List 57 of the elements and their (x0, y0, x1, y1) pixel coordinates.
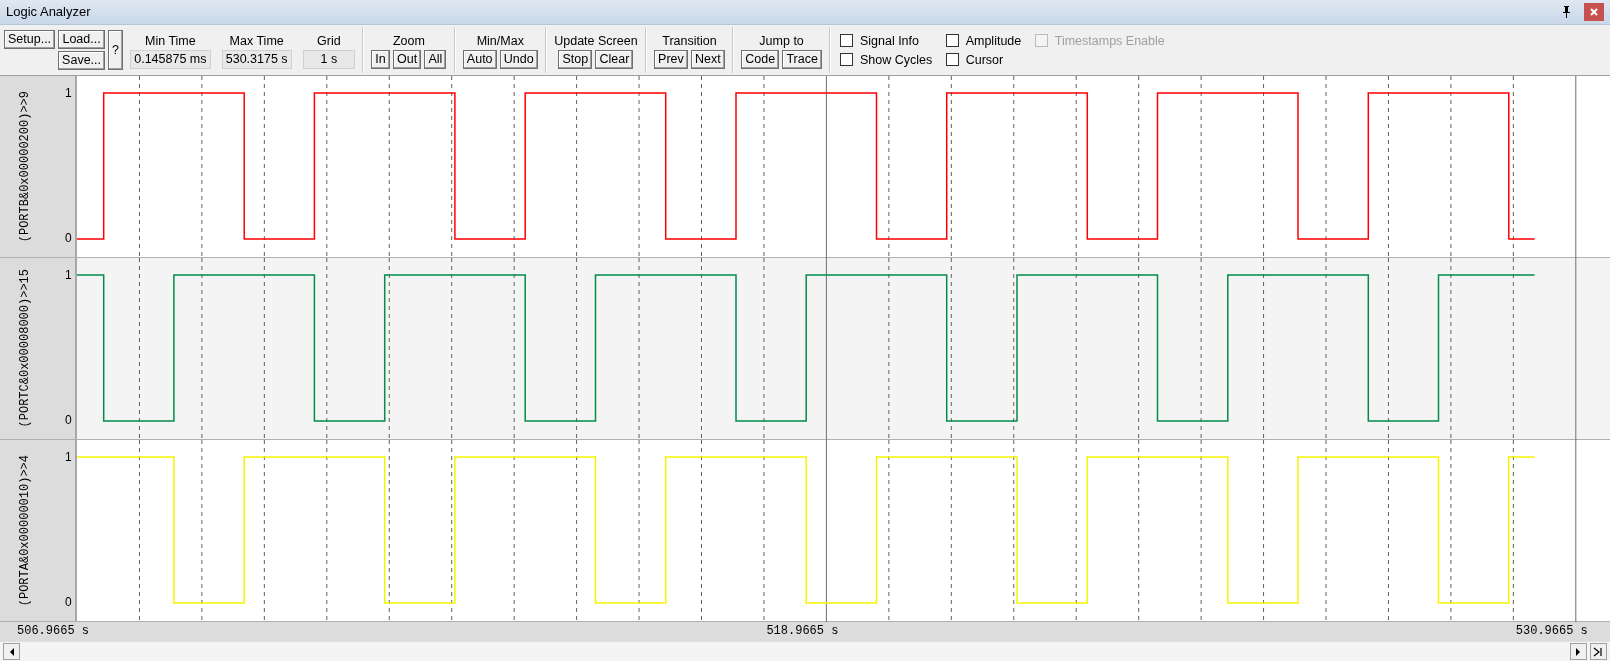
time-label: 506.9665 s (17, 624, 89, 638)
checkbox-label: Amplitude (965, 32, 1022, 50)
left-arrow-icon (8, 647, 15, 656)
toolbar-button[interactable]: Next (691, 49, 725, 69)
level-label: 1 (65, 86, 72, 100)
signal-name: (PORTC&0x00008000)>>15 (17, 269, 33, 428)
checkbox-label: Cursor (965, 51, 1004, 69)
scroll-left-button[interactable] (3, 643, 21, 660)
level-label: 0 (65, 231, 72, 245)
signal-name: (PORTB&0x00000200)>>9 (17, 90, 33, 243)
toolbar-button[interactable]: Auto (462, 49, 497, 69)
toolbar-button[interactable]: In (371, 49, 390, 69)
right-arrow-icon (1575, 647, 1581, 656)
toolbar-button[interactable]: Code (741, 49, 780, 69)
group-label: Transition (662, 32, 717, 50)
checkbox[interactable] (946, 34, 960, 47)
signal-name: (PORTA&0x00000010)>>4 (17, 454, 33, 607)
toolbar-button[interactable]: All (424, 49, 447, 69)
checkbox[interactable] (840, 34, 854, 47)
level-label: 1 (65, 268, 72, 282)
readout-label: Min Time (145, 32, 196, 50)
checkbox-label: Timestamps Enable (1054, 32, 1165, 50)
group-label: Min/Max (476, 32, 524, 50)
time-label: 518.9665 s (766, 624, 839, 638)
checkbox[interactable] (946, 53, 960, 66)
readout-label: Max Time (229, 32, 284, 50)
toolbar-button[interactable]: Trace (782, 49, 822, 69)
time-label: 530.9665 s (1515, 624, 1588, 638)
scroll-end-button[interactable] (1589, 643, 1607, 660)
readout-value: 530.3175 s (221, 49, 292, 69)
file-button[interactable]: Setup... (4, 30, 56, 49)
level-label: 1 (65, 450, 72, 464)
level-label: 0 (65, 413, 72, 427)
scroll-right-button[interactable] (1569, 643, 1587, 660)
checkbox-label: Show Cycles (859, 51, 933, 69)
checkbox-label: Signal Info (859, 32, 919, 50)
readout-label: Grid (317, 32, 341, 50)
close-button[interactable] (1584, 3, 1604, 21)
toolbar-button[interactable]: Stop (558, 49, 593, 69)
toolbar-button[interactable]: Undo (499, 49, 538, 69)
group-label: Update Screen (554, 32, 638, 50)
toolbar-button[interactable]: Clear (595, 49, 634, 69)
toolbar-button[interactable]: Prev (654, 49, 688, 69)
level-label: 0 (65, 595, 72, 609)
window-title: Logic Analyzer (5, 3, 91, 22)
checkbox[interactable] (840, 53, 854, 66)
file-button[interactable]: Save... (58, 51, 105, 70)
pin-icon[interactable] (1562, 6, 1571, 18)
help-button[interactable]: ? (108, 30, 123, 70)
file-button[interactable]: Load... (58, 30, 105, 49)
readout-value: 1 s (302, 49, 355, 69)
group-label: Jump to (759, 32, 804, 50)
close-icon (1590, 8, 1598, 16)
toolbar-button[interactable]: Out (393, 49, 422, 69)
group-label: Zoom (392, 32, 425, 50)
readout-value: 0.145875 ms (130, 49, 211, 69)
skip-to-end-icon (1593, 646, 1604, 657)
